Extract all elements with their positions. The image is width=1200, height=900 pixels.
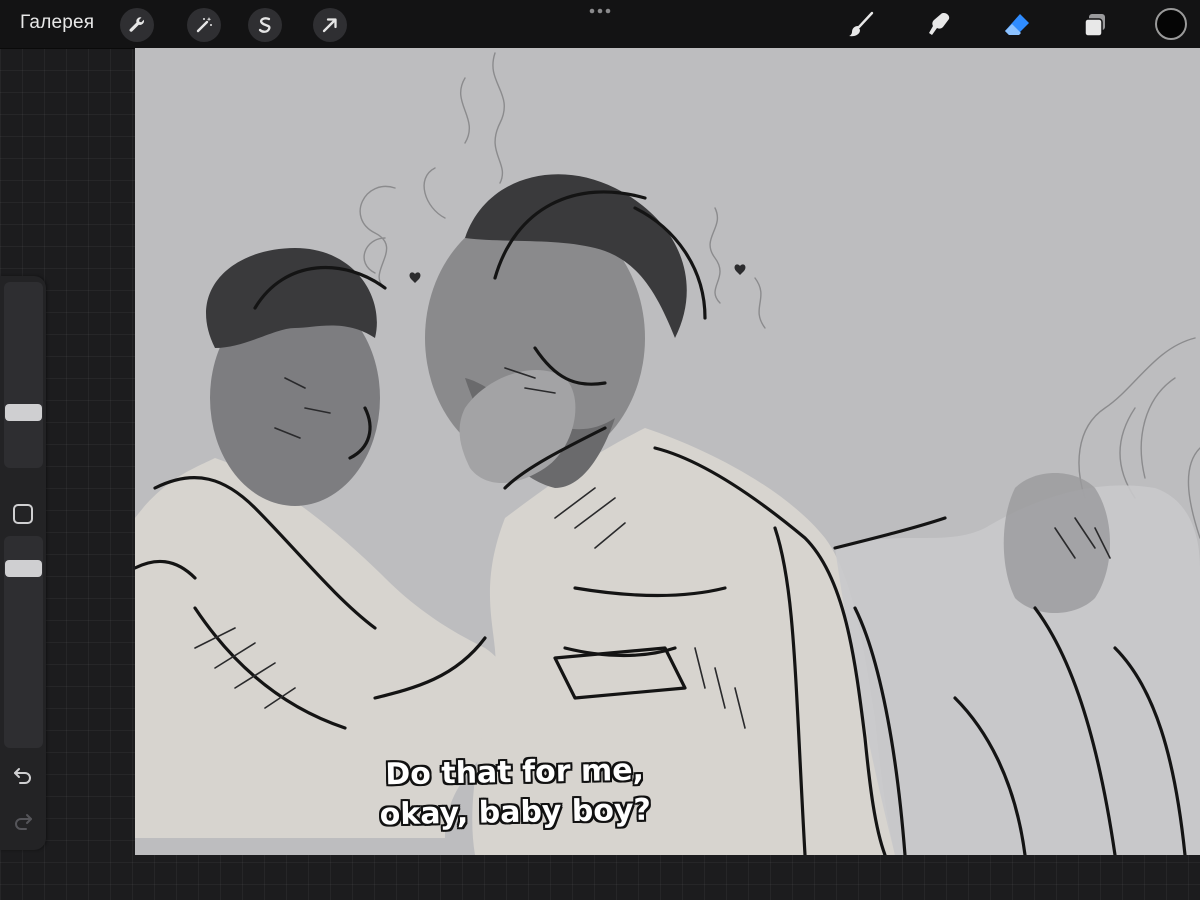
- gallery-button[interactable]: Галерея: [20, 12, 94, 34]
- opacity-handle[interactable]: [5, 560, 42, 577]
- color-swatch-button[interactable]: [1155, 8, 1187, 40]
- top-toolbar: Галерея: [0, 0, 1200, 49]
- sketch-artwork: [135, 52, 1200, 855]
- brush-size-slider[interactable]: [4, 282, 43, 468]
- brush-size-handle[interactable]: [5, 404, 42, 421]
- speech-caption: Do that for me, okay, baby boy?: [334, 750, 695, 836]
- wrench-icon: [129, 17, 144, 32]
- layers-button[interactable]: [1076, 6, 1114, 44]
- smudge-tool-button[interactable]: [920, 6, 958, 44]
- brush-icon: [849, 11, 874, 37]
- caption-line-2: okay, baby boy?: [379, 792, 652, 833]
- transform-arrow-icon: [322, 18, 337, 33]
- smudge-icon: [929, 13, 950, 35]
- drawing-canvas[interactable]: Do that for me, okay, baby boy?: [135, 48, 1200, 855]
- selection-button[interactable]: [248, 8, 282, 42]
- magic-wand-icon: [196, 17, 212, 33]
- actions-button[interactable]: [120, 8, 154, 42]
- left-sidebar: [0, 276, 46, 850]
- redo-icon[interactable]: [11, 810, 35, 834]
- more-options-icon[interactable]: [586, 4, 614, 18]
- eraser-icon: [1005, 14, 1029, 35]
- undo-icon[interactable]: [11, 764, 35, 788]
- eraser-tool-button[interactable]: [998, 6, 1036, 44]
- selection-icon: [258, 17, 271, 33]
- transform-button[interactable]: [313, 8, 347, 42]
- caption-line-1: Do that for me,: [385, 752, 645, 793]
- layers-icon: [1084, 14, 1105, 37]
- modify-button[interactable]: [13, 504, 33, 524]
- brush-tool-button[interactable]: [842, 6, 880, 44]
- adjustments-button[interactable]: [187, 8, 221, 42]
